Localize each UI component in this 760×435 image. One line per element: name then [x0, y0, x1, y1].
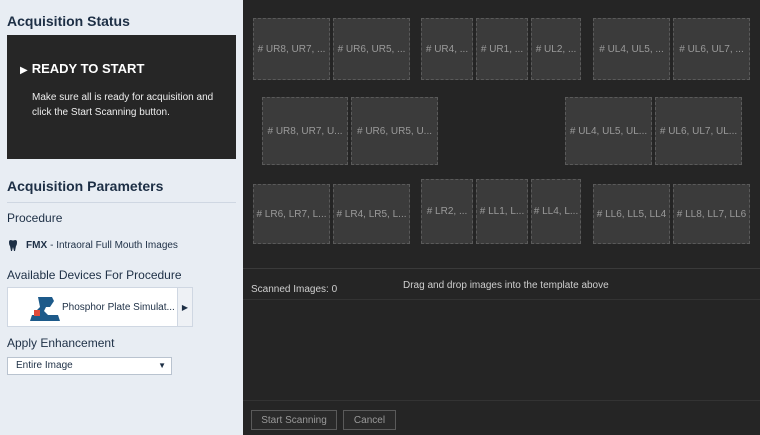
- template-slot[interactable]: # UR6, UR5, ...: [333, 18, 410, 80]
- tooth-icon: [9, 240, 17, 251]
- template-slot[interactable]: # LL6, LL5, LL4: [593, 184, 670, 244]
- devices-label: Available Devices For Procedure: [7, 268, 182, 282]
- play-icon: ▶: [20, 65, 28, 76]
- phosphor-plate-scanner-icon: [30, 297, 60, 321]
- status-box: ▶ READY TO START Make sure all is ready f…: [7, 35, 236, 159]
- scanned-images-area[interactable]: [243, 301, 760, 400]
- status-title-text: READY TO START: [31, 61, 145, 76]
- right-panel: # UR8, UR7, ... # UR6, UR5, ... # UR4, .…: [243, 0, 760, 435]
- enhancement-label: Apply Enhancement: [7, 336, 115, 350]
- enhancement-select[interactable]: Entire Image ▼: [7, 357, 172, 375]
- action-bar: Start Scanning Cancel: [243, 400, 760, 435]
- left-panel: Acquisition Status ▶ READY TO START Make …: [0, 0, 243, 435]
- status-title: ▶ READY TO START: [20, 61, 144, 76]
- enhancement-value: Entire Image: [16, 360, 73, 371]
- template-slot[interactable]: # UR8, UR7, U...: [262, 97, 348, 165]
- status-message: Make sure all is ready for acquisition a…: [32, 92, 214, 118]
- template-slot[interactable]: # UL2, ...: [531, 18, 581, 80]
- template-slot[interactable]: # LR4, LR5, L...: [333, 184, 410, 244]
- device-expand-button[interactable]: ▶: [177, 288, 192, 326]
- template-slot[interactable]: # UL6, UL7, ...: [673, 18, 750, 80]
- template-slot[interactable]: # UR8, UR7, ...: [253, 18, 330, 80]
- acquisition-status-heading: Acquisition Status: [7, 13, 130, 29]
- start-scanning-button[interactable]: Start Scanning: [251, 410, 337, 430]
- device-card[interactable]: Phosphor Plate Simulat... ▶: [7, 287, 193, 327]
- chevron-down-icon: ▼: [158, 361, 166, 370]
- drag-drop-hint: Drag and drop images into the template a…: [403, 280, 609, 291]
- divider: [243, 268, 760, 269]
- procedure-description: - Intraoral Full Mouth Images: [50, 240, 178, 251]
- template-slot[interactable]: # LR6, LR7, L...: [253, 184, 330, 244]
- acquisition-parameters-heading: Acquisition Parameters: [7, 178, 164, 194]
- device-name: Phosphor Plate Simulat...: [62, 302, 175, 313]
- procedure-code: FMX: [26, 240, 48, 251]
- template-slot[interactable]: # UR4, ...: [421, 18, 473, 80]
- chevron-right-icon: ▶: [181, 302, 189, 312]
- divider: [7, 202, 236, 203]
- template-slot[interactable]: # UL4, UL5, ...: [593, 18, 670, 80]
- template-slot[interactable]: # UR6, UR5, U...: [351, 97, 438, 165]
- template-slot[interactable]: # LL8, LL7, LL6: [673, 184, 750, 244]
- procedure-row: FMX - Intraoral Full Mouth Images: [8, 240, 178, 251]
- scanned-images-count: Scanned Images: 0: [251, 284, 338, 295]
- template-slot[interactable]: # LL4, L...: [531, 179, 581, 244]
- procedure-label: Procedure: [7, 211, 63, 225]
- template-slot[interactable]: # UL6, UL7, UL...: [655, 97, 742, 165]
- cancel-button[interactable]: Cancel: [343, 410, 396, 430]
- template-slot[interactable]: # UR1, ...: [476, 18, 528, 80]
- template-slot[interactable]: # LR2, ...: [421, 179, 473, 244]
- scanned-images-bar: Scanned Images: 0 Drag and drop images i…: [243, 278, 760, 300]
- template-slot[interactable]: # UL4, UL5, UL...: [565, 97, 652, 165]
- template-slot[interactable]: # LL1, L...: [476, 179, 528, 244]
